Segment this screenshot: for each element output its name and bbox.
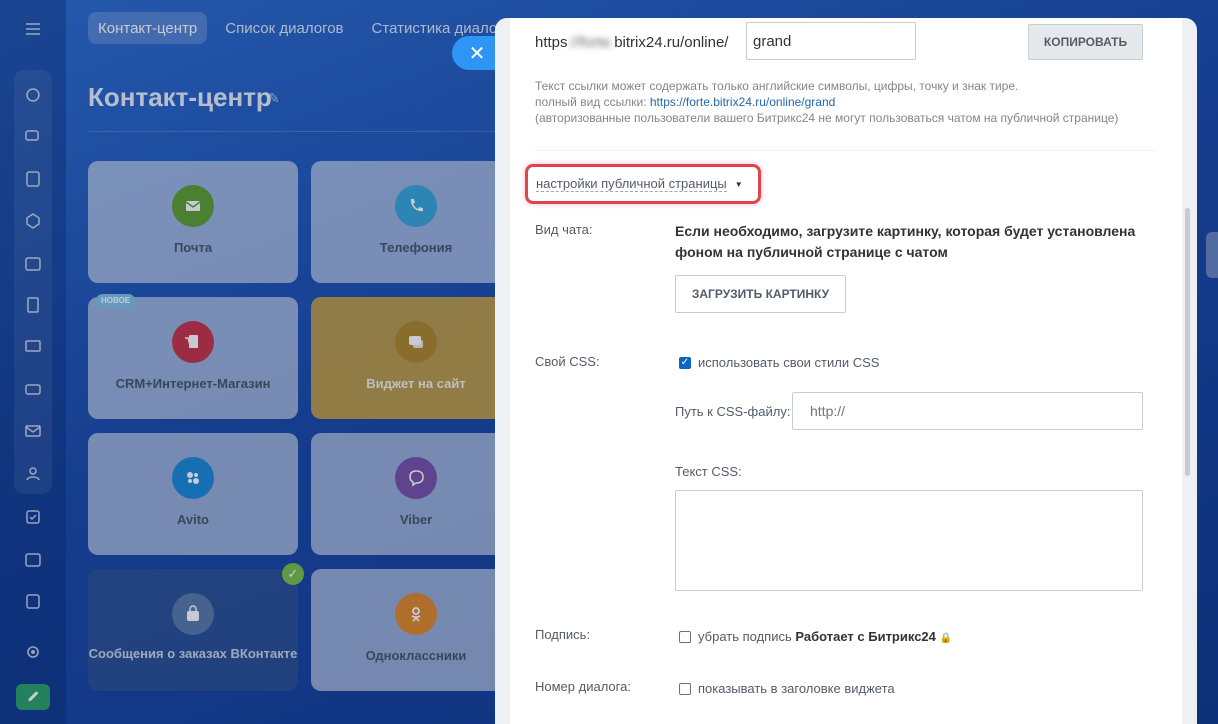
copy-button[interactable]: КОПИРОВАТЬ [1028, 24, 1143, 60]
section-toggle-label: настройки публичной страницы [536, 176, 727, 192]
css-path-label: Путь к CSS-файлу: [675, 404, 791, 419]
url-hint: Текст ссылки может содержать только англ… [535, 78, 1118, 126]
hint-line: Текст ссылки может содержать только англ… [535, 79, 1019, 93]
dialog-number-label: Номер диалога: [535, 679, 631, 694]
upload-image-button[interactable]: ЗАГРУЗИТЬ КАРТИНКУ [675, 275, 846, 313]
dialog-number-checkbox-label: показывать в заголовке виджета [698, 681, 895, 696]
dialog-number-checkbox[interactable] [679, 682, 691, 695]
chat-view-description: Если необходимо, загрузите картинку, кот… [675, 223, 1136, 260]
lock-icon: 🔒 [939, 633, 952, 644]
signature-label: Подпись: [535, 627, 591, 642]
public-url-prefix: https://forte.bitrix24.ru/online/ [535, 34, 728, 51]
css-path-input[interactable] [792, 392, 1143, 430]
url-prefix-blurred: ://forte. [567, 34, 615, 51]
settings-slider: https://forte.bitrix24.ru/online/ КОПИРО… [495, 18, 1197, 724]
own-css-row: ✓ использовать свои стили CSS [679, 355, 879, 370]
section-divider [535, 150, 1155, 151]
full-url-link[interactable]: https://forte.bitrix24.ru/online/grand [650, 95, 835, 109]
css-text-textarea[interactable] [675, 490, 1143, 591]
own-css-checkbox[interactable]: ✓ [679, 356, 691, 369]
settings-panel: https://forte.bitrix24.ru/online/ КОПИРО… [510, 18, 1182, 724]
signature-checkbox-label: убрать подпись [698, 629, 792, 644]
signature-row: убрать подпись Работает с Битрикс24 🔒 [679, 629, 952, 644]
chevron-down-icon: ▼ [734, 179, 743, 189]
own-css-checkbox-label: использовать свои стили CSS [698, 355, 880, 370]
public-url-input[interactable] [746, 22, 916, 60]
public-page-settings-toggle[interactable]: настройки публичной страницы ▼ [525, 164, 761, 204]
own-css-label: Свой CSS: [535, 354, 600, 369]
url-prefix-end: bitrix24.ru/online/ [614, 34, 729, 51]
remove-signature-checkbox[interactable] [679, 630, 691, 643]
scrollbar[interactable] [1185, 208, 1190, 476]
close-icon: ✕ [468, 42, 486, 65]
hint-full-url-label: полный вид ссылки: [535, 95, 647, 109]
signature-brand: Работает с Битрикс24 [795, 629, 936, 644]
hint-line: (авторизованные пользователи вашего Битр… [535, 111, 1119, 125]
dialog-number-row: показывать в заголовке виджета [679, 681, 895, 696]
url-prefix-start: https [535, 34, 568, 51]
chat-view-label: Вид чата: [535, 222, 593, 237]
css-text-label: Текст CSS: [675, 464, 742, 479]
